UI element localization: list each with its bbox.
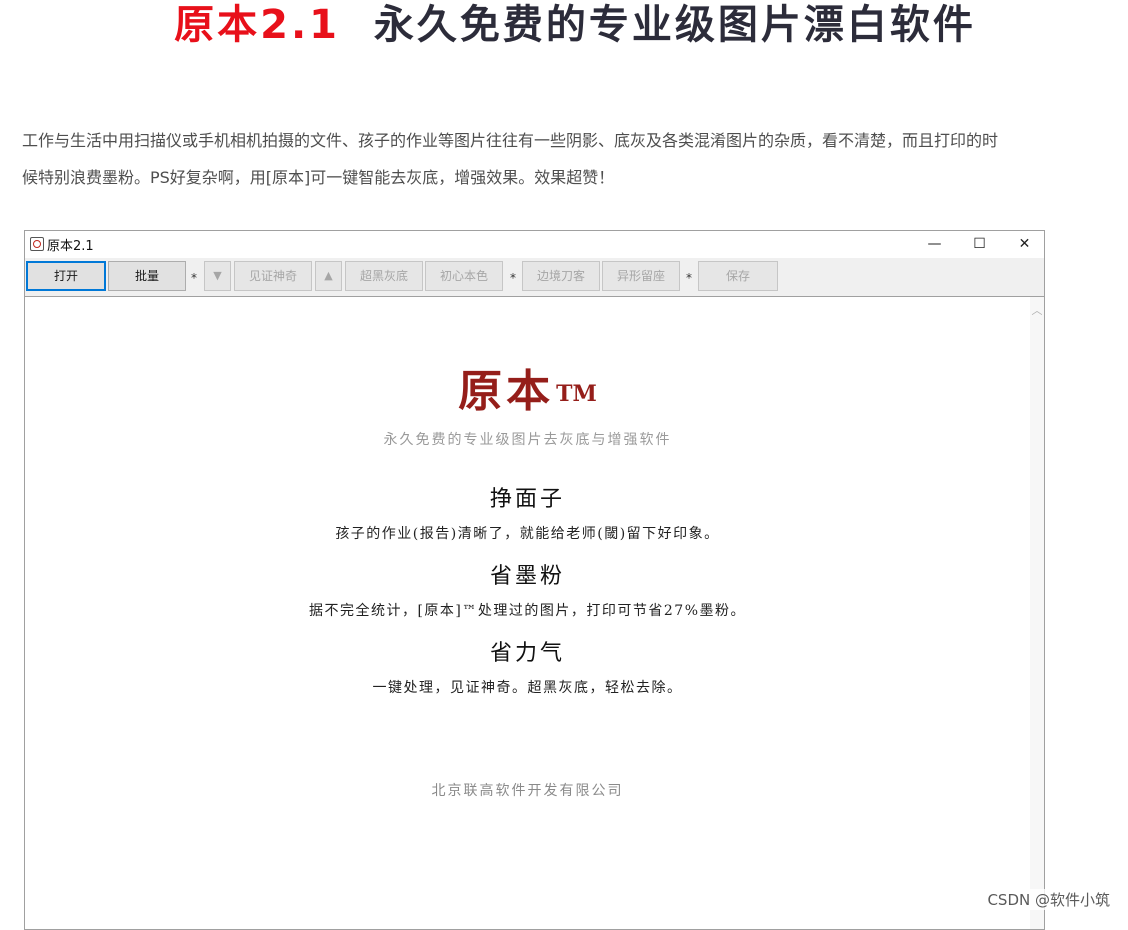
toolbar-separator: * (191, 271, 197, 285)
batch-button[interactable]: 批量 (108, 261, 186, 291)
minimize-button[interactable]: — (912, 231, 957, 258)
intro-line-1: 工作与生活中用扫描仪或手机相机拍摄的文件、孩子的作业等图片往往有一些阴影、底灰及… (22, 131, 999, 150)
image-canvas[interactable]: ︿ 原本TM 永久免费的专业级图片去灰底与增强软件 挣面子 孩子的作业(报告)清… (25, 297, 1044, 929)
up-arrow-button[interactable]: ▲ (315, 261, 342, 291)
magic-button[interactable]: 见证神奇 (234, 261, 312, 291)
title-bar[interactable]: 原本2.1 — ☐ ✕ (25, 231, 1044, 258)
section-text: 一键处理，见证神奇。超黑灰底，轻松去除。 (372, 680, 683, 696)
section-heading: 省力气 (489, 641, 565, 666)
toolbar: 打开 批量 * ▼ 见证神奇 ▲ 超黑灰底 初心本色 * 边境刀客 异形留座 *… (25, 258, 1044, 297)
section-heading: 省墨粉 (489, 564, 565, 589)
trademark-mark: TM (556, 381, 597, 407)
app-window: 原本2.1 — ☐ ✕ 打开 批量 * ▼ 见证神奇 ▲ 超黑灰底 初心本色 *… (24, 230, 1045, 930)
toolbar-separator: * (510, 271, 516, 285)
save-button[interactable]: 保存 (698, 261, 778, 291)
app-logo-icon (30, 237, 44, 251)
csdn-watermark: CSDN @软件小筑 (985, 889, 1112, 910)
original-color-button[interactable]: 初心本色 (425, 261, 503, 291)
article-intro: 工作与生活中用扫描仪或手机相机拍摄的文件、孩子的作业等图片往往有一些阴影、底灰及… (22, 122, 1128, 196)
irregular-crop-button[interactable]: 异形留座 (602, 261, 680, 291)
tagline: 永久免费的专业级图片去灰底与增强软件 (383, 432, 672, 448)
company-name: 北京联高软件开发有限公司 (431, 783, 624, 799)
brand-name: 原本 (458, 366, 555, 417)
scroll-up-icon[interactable]: ︿ (1030, 303, 1044, 319)
article-headline: 原本2.1 永久免费的专业级图片漂白软件 (0, 0, 1128, 50)
down-arrow-button[interactable]: ▼ (204, 261, 231, 291)
headline-rest: 永久免费的专业级图片漂白软件 (373, 2, 976, 48)
headline-version: 原本2.1 (174, 2, 340, 48)
close-button[interactable]: ✕ (1002, 231, 1047, 258)
maximize-button[interactable]: ☐ (957, 231, 1002, 258)
section-text: 据不完全统计，[原本]™处理过的图片，打印可节省27%墨粉。 (308, 603, 747, 619)
toolbar-separator: * (686, 271, 692, 285)
section-text: 孩子的作业(报告)清晰了，就能给老师(閾)留下好印象。 (335, 526, 720, 542)
super-black-button[interactable]: 超黑灰底 (345, 261, 423, 291)
vertical-scrollbar[interactable]: ︿ (1030, 297, 1044, 929)
brand-logo: 原本TM (25, 367, 1030, 417)
window-title: 原本2.1 (47, 239, 94, 254)
intro-line-2: 候特别浪费墨粉。PS好复杂啊，用[原本]可一键智能去灰底，增强效果。效果超赞！ (22, 168, 615, 187)
section-heading: 挣面子 (489, 487, 565, 512)
edge-cut-button[interactable]: 边境刀客 (522, 261, 600, 291)
open-button[interactable]: 打开 (26, 261, 106, 291)
